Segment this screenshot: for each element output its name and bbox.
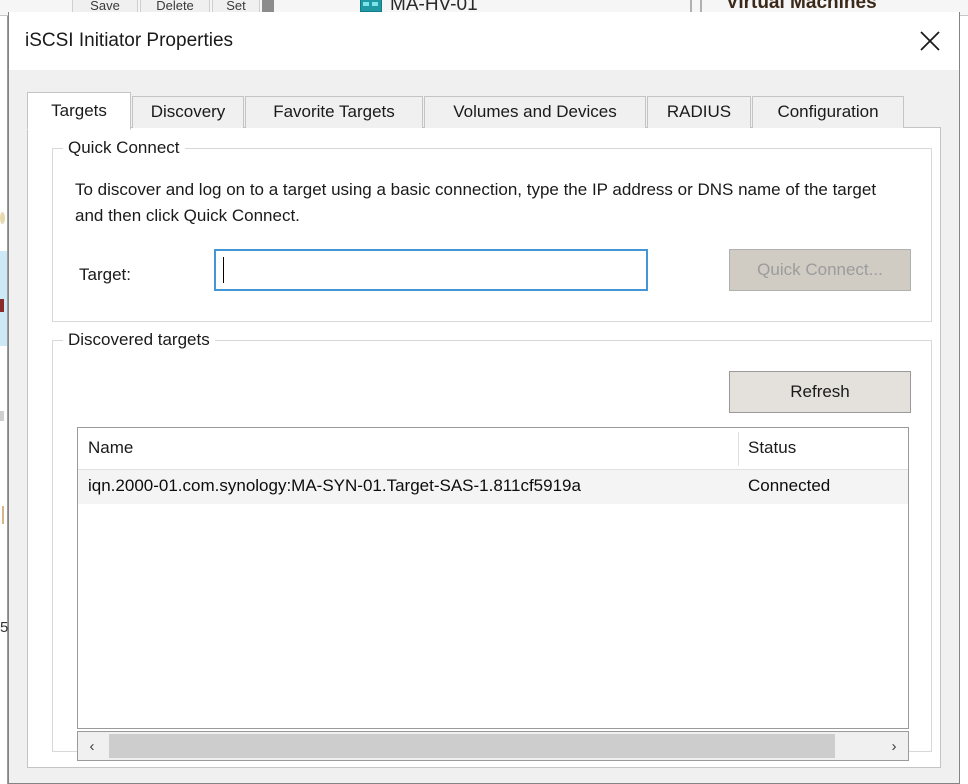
discovered-targets-group: Discovered targets Refresh Name Status i… [52,330,932,761]
scroll-left-arrow-icon[interactable]: ‹ [78,732,106,760]
quick-connect-button[interactable]: Quick Connect... [729,249,911,291]
column-header-status[interactable]: Status [748,438,796,458]
scroll-right-arrow-icon[interactable]: › [880,732,908,760]
target-label: Target: [79,265,131,284]
discovered-targets-group-label: Discovered targets [63,330,215,350]
background-fragment-icon [0,212,5,224]
background-fragment-divider [0,411,4,421]
server-icon [360,0,382,12]
tab-favorite-targets[interactable]: Favorite Targets [245,96,423,128]
text-caret [223,257,224,283]
refresh-button[interactable]: Refresh [729,371,911,413]
quick-connect-description: To discover and log on to a target using… [75,180,877,225]
tab-targets[interactable]: Targets [27,92,131,130]
cell-target-name: iqn.2000-01.com.synology:MA-SYN-01.Targe… [88,476,581,495]
column-header-name[interactable]: Name [88,438,133,458]
list-header: Name Status [78,428,908,470]
discovered-targets-list[interactable]: Name Status iqn.2000-01.com.synology:MA-… [77,427,909,729]
table-row[interactable]: iqn.2000-01.com.synology:MA-SYN-01.Targe… [78,470,908,504]
tab-configuration[interactable]: Configuration [752,96,904,128]
iscsi-initiator-properties-dialog: iSCSI Initiator Properties Targets Disco… [8,12,960,784]
tab-volumes-and-devices[interactable]: Volumes and Devices [424,96,646,128]
background-fragment-accent [2,506,4,524]
background-left-strip: 5 [0,16,8,784]
dialog-title: iSCSI Initiator Properties [25,30,234,51]
column-divider[interactable] [738,432,739,466]
quick-connect-group: Quick Connect To discover and log on to … [52,138,932,322]
horizontal-scrollbar[interactable]: ‹ › [77,731,909,761]
tab-radius[interactable]: RADIUS [647,96,751,128]
quick-connect-group-label: Quick Connect [63,138,185,158]
tab-discovery[interactable]: Discovery [132,96,244,128]
tab-page-targets: Quick Connect To discover and log on to … [27,128,941,768]
target-input[interactable] [214,249,648,291]
close-icon[interactable] [901,12,959,70]
tab-strip: Targets Discovery Favorite Targets Volum… [27,92,941,130]
background-row-marker [0,299,4,312]
cell-target-status: Connected [748,476,831,495]
scrollbar-thumb[interactable] [109,734,835,758]
dialog-titlebar: iSCSI Initiator Properties [9,12,959,70]
